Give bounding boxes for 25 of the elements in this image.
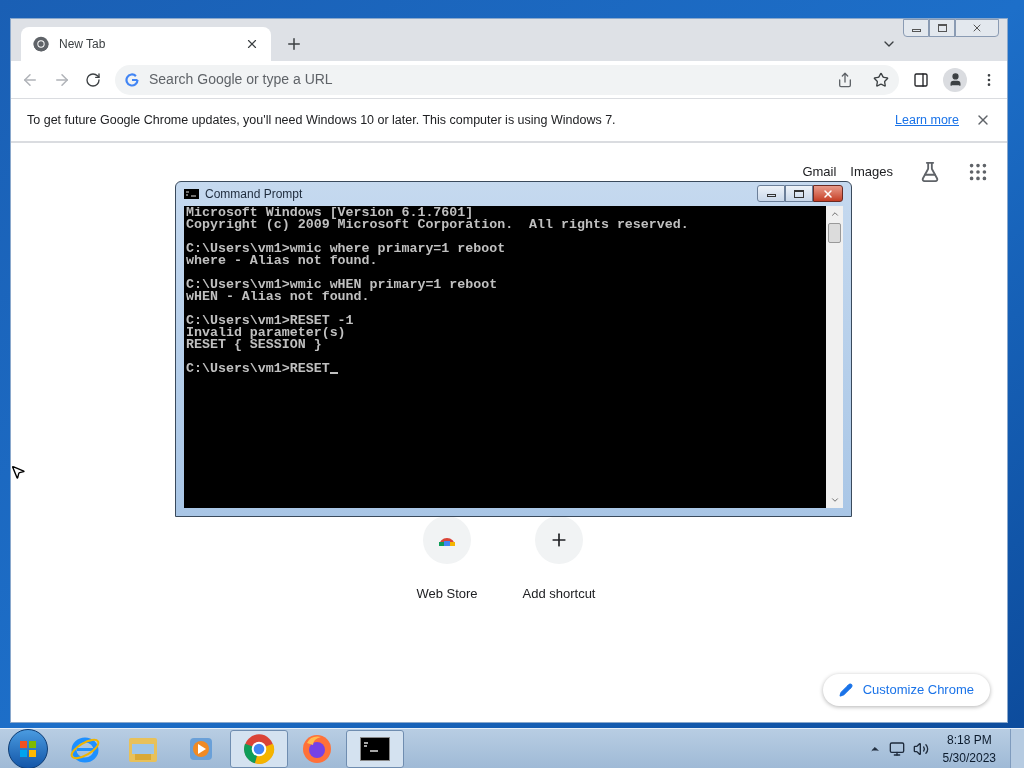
tab-title: New Tab [59, 36, 107, 53]
console-line: C:\Users\vm1>wmic where primary=1 reboot [186, 243, 506, 255]
top-link[interactable]: Gmail [802, 162, 837, 182]
clock-date: 5/30/2023 [942, 749, 996, 767]
infobar-message: To get future Google Chrome updates, you'll need Windows 10 or later. This computer is using Windows 7. [27, 111, 617, 129]
window-title: Command Prompt [205, 186, 303, 203]
address-bar[interactable]: Search Google or type a URL [115, 64, 899, 95]
console-line: RESET { SESSION } [186, 339, 322, 351]
shortcut-tile[interactable]: Web Store [401, 516, 493, 604]
shortcut-tile[interactable]: Add shortcut [513, 516, 605, 604]
console-line: where - Alias not found. [186, 255, 378, 267]
browser-tab[interactable]: New Tab [21, 27, 271, 61]
console-line: C:\Users\vm1>wmic wHEN primary=1 reboot [186, 279, 498, 291]
console-line: wHEN - Alias not found. [186, 291, 370, 303]
console-line: Microsoft Windows [Version 6.1.7601] [186, 207, 474, 219]
clock-time: 8:18 PM [946, 731, 992, 749]
shortcut-label: Web Store [416, 585, 478, 603]
top-link[interactable]: Images [850, 162, 893, 182]
console-line: C:\Users\vm1>RESET -1 [186, 315, 354, 327]
console-line: Copyright (c) 2009 Microsoft Corporation. All rights reserved. [186, 219, 689, 231]
shortcut-label: Add shortcut [522, 585, 596, 603]
customize-chrome-button[interactable]: Customize Chrome [822, 674, 990, 706]
console-line: C:\Users\vm1>RESET [186, 363, 330, 375]
console-line: Invalid parameter(s) [186, 327, 346, 339]
learn-more-link[interactable]: Learn more [895, 110, 959, 130]
